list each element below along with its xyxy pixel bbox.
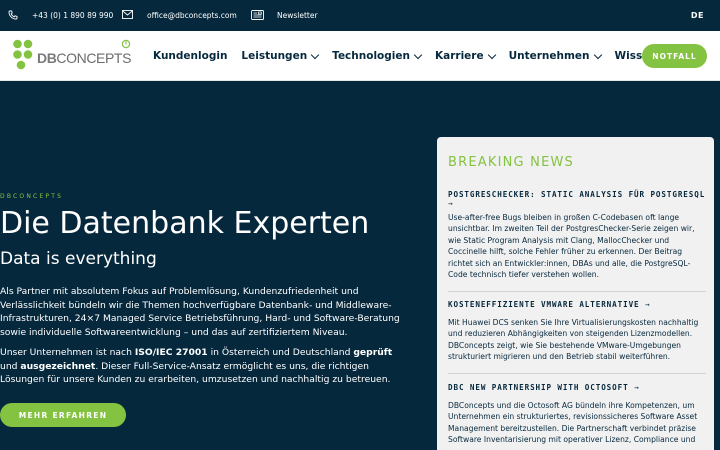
p2-ausgezeichnet: ausgezeichnet	[20, 360, 96, 372]
email-address: office@dbconcepts.com	[147, 11, 237, 20]
news-article-link[interactable]: KOSTENEFFIZIENTE VMWARE ALTERNATIVE →	[448, 300, 706, 309]
mehr-erfahren-button[interactable]: MEHR ERFAHREN	[0, 403, 126, 427]
logo-wordmark: DBCONCEPTS	[37, 50, 131, 66]
news-article: KOSTENEFFIZIENTE VMWARE ALTERNATIVE → Mi…	[448, 300, 706, 363]
phone-number: +43 (0) 1 890 89 990	[32, 11, 114, 20]
news-article-body: DBConcepts und die Octosoft AG bündeln i…	[448, 401, 698, 445]
chevron-down-icon	[487, 50, 496, 59]
arrow-right-icon: →	[448, 199, 454, 208]
nav-label: Kundenlogin	[153, 50, 228, 62]
nav-item-leistungen[interactable]: Leistungen	[241, 50, 320, 62]
hero-paragraph-1: Als Partner mit absolutem Fokus auf Prob…	[0, 286, 400, 338]
news-article-title: DBC NEW PARTNERSHIP WITH OCTOSOFT	[448, 383, 629, 392]
phone-link[interactable]: +43 (0) 1 890 89 990	[8, 0, 113, 31]
notfall-button[interactable]: NOTFALL	[642, 44, 707, 68]
nav-label: Unternehmen	[508, 50, 590, 62]
hero-eyebrow: DBCONCEPTS	[0, 193, 64, 200]
email-link[interactable]: office@dbconcepts.com	[122, 0, 237, 31]
news-article-body: Mit Huawei DCS senken Sie Ihre Virtualis…	[448, 318, 699, 362]
newsletter-label: Newsletter	[277, 11, 318, 20]
nav-label: Karriere	[434, 50, 484, 62]
page-title: Die Datenbank Experten	[0, 206, 370, 241]
news-article-link[interactable]: POSTGRESCHECKER: STATIC ANALYSIS FÜR POS…	[448, 190, 706, 208]
nav-label: Leistungen	[241, 50, 308, 62]
nav-item-technologien[interactable]: Technologien	[332, 50, 423, 62]
news-article-body: Use-after-free Bugs bleiben in großen C-…	[448, 213, 695, 280]
p2-text: und	[0, 360, 21, 372]
p2-text: in Österreich und Deutschland	[207, 347, 354, 358]
newsletter-icon	[251, 9, 264, 22]
nav-item-kundenlogin[interactable]: Kundenlogin	[153, 50, 227, 62]
p2-geprueft: geprüft	[353, 347, 393, 358]
hero-paragraph-2: Unser Unternehmen ist nach ISO/IEC 27001…	[0, 346, 410, 387]
language-label: DE	[690, 11, 704, 20]
news-heading: BREAKING NEWS	[448, 155, 574, 170]
newsletter-link[interactable]: Newsletter	[251, 0, 318, 31]
news-article-title: KOSTENEFFIZIENTE VMWARE ALTERNATIVE	[448, 300, 640, 309]
main-nav: Kundenlogin Leistungen Technologien Karr…	[153, 31, 682, 81]
p2-iso: ISO/IEC 27001	[134, 347, 208, 358]
logo-text-bold: DB	[37, 50, 57, 66]
nav-item-karriere[interactable]: Karriere	[434, 50, 496, 62]
main-header: DBCONCEPTS Kundenlogin Leistungen Techno…	[0, 31, 720, 81]
arrow-right-icon: →	[634, 383, 640, 392]
top-bar: +43 (0) 1 890 89 990 office@dbconcepts.c…	[0, 0, 720, 31]
news-article-link[interactable]: DBC NEW PARTNERSHIP WITH OCTOSOFT →	[448, 383, 706, 392]
chevron-down-icon	[310, 50, 320, 59]
mail-icon	[122, 10, 133, 21]
arrow-right-icon: →	[645, 300, 651, 309]
logo-text-rest: CONCEPTS	[56, 50, 132, 66]
p2-text: Unser Unternehmen ist nach	[0, 347, 135, 358]
breaking-news-panel: BREAKING NEWS POSTGRESCHECKER: STATIC AN…	[437, 137, 714, 450]
chevron-down-icon	[593, 50, 602, 59]
page-subtitle: Data is everything	[0, 249, 157, 269]
nav-item-unternehmen[interactable]: Unternehmen	[508, 50, 602, 62]
phone-icon	[8, 10, 18, 22]
news-article-title: POSTGRESCHECKER: STATIC ANALYSIS FÜR POS…	[448, 190, 706, 199]
nav-label: Technologien	[332, 50, 410, 62]
language-selector[interactable]: DE	[691, 0, 704, 31]
dbconcepts-logo[interactable]: DBCONCEPTS	[12, 39, 137, 75]
news-divider	[448, 373, 706, 374]
news-article: DBC NEW PARTNERSHIP WITH OCTOSOFT → DBCo…	[448, 383, 706, 446]
news-article: POSTGRESCHECKER: STATIC ANALYSIS FÜR POS…	[448, 190, 706, 280]
chevron-down-icon	[413, 50, 423, 59]
news-divider	[448, 291, 706, 292]
